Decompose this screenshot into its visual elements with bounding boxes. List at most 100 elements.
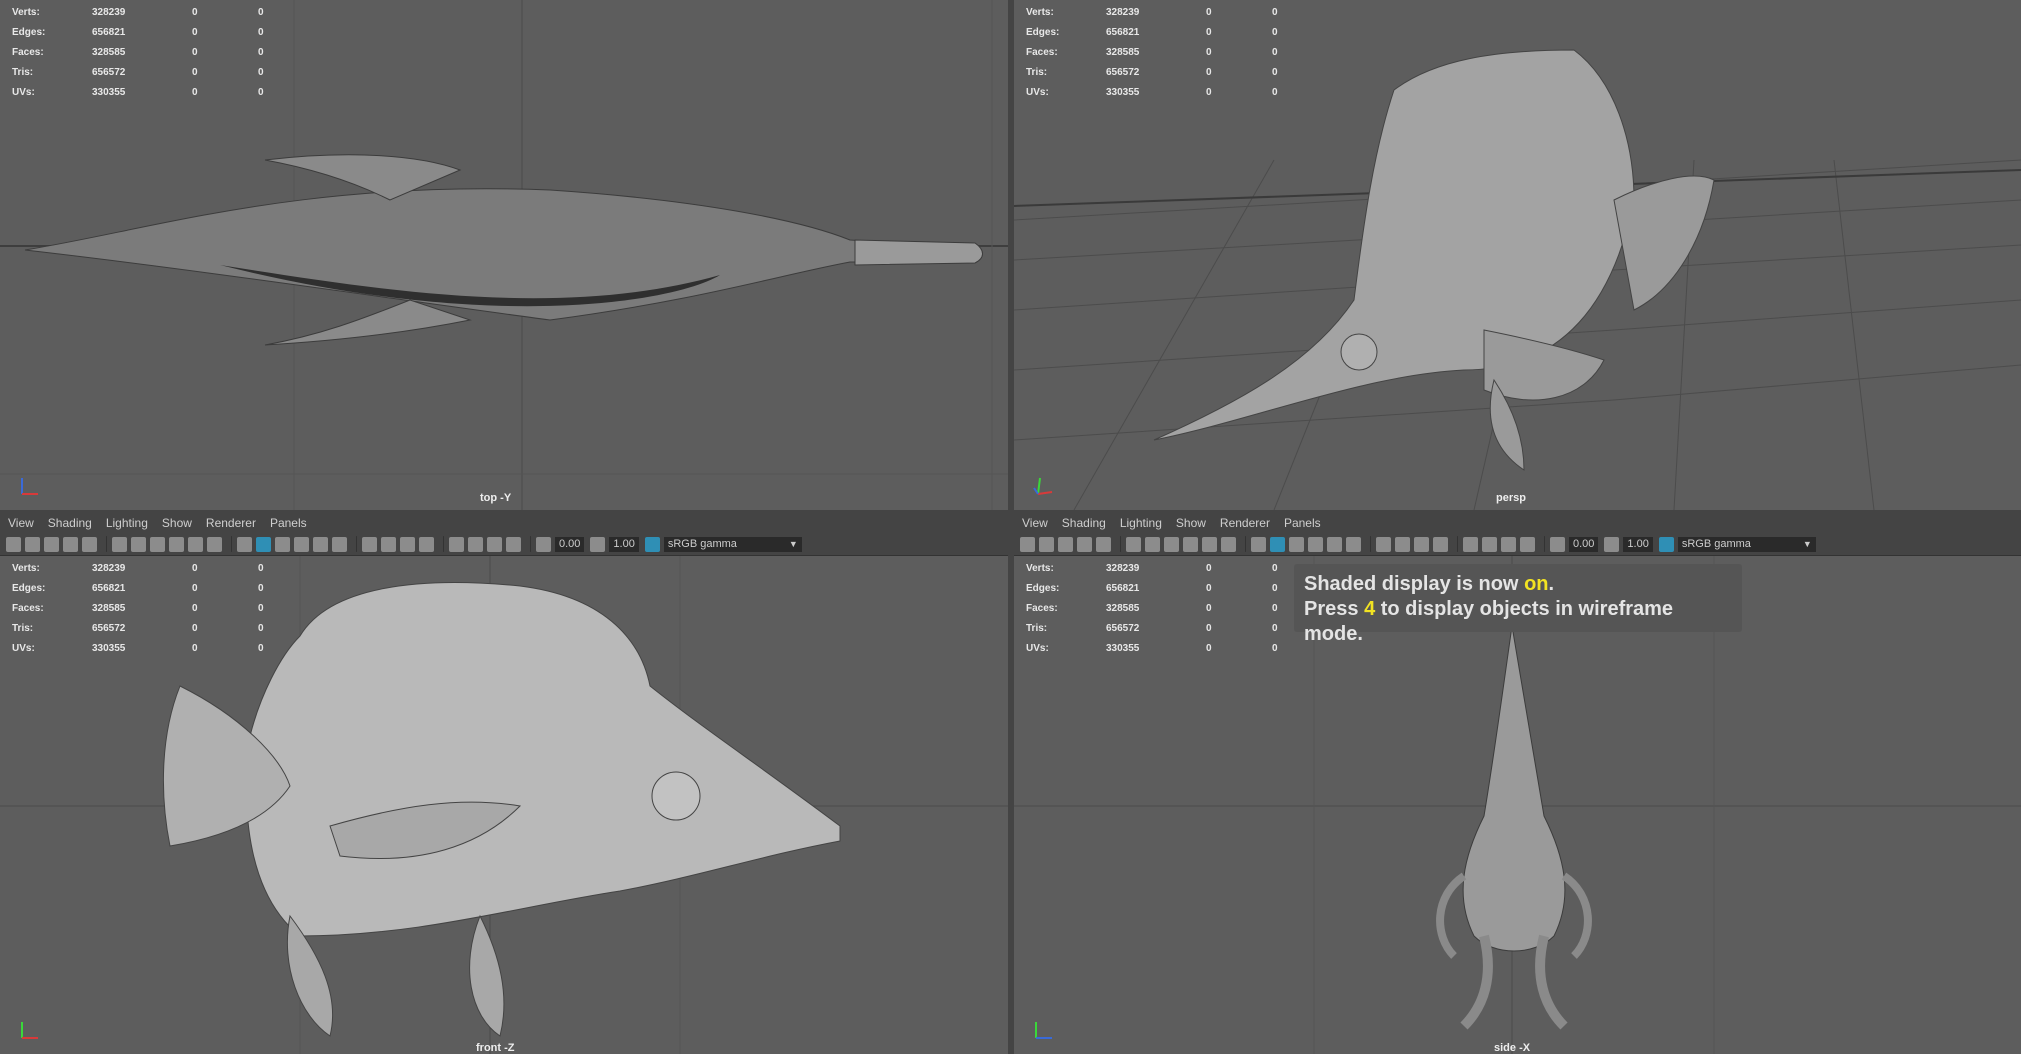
hud-value: 0 [192, 46, 198, 58]
color-management-icon[interactable] [644, 536, 660, 552]
field-chart-icon[interactable] [188, 536, 203, 552]
field-chart-icon[interactable] [1202, 536, 1217, 552]
wireframe-icon[interactable] [237, 536, 252, 552]
color-space-dropdown[interactable]: sRGB gamma ▼ [663, 536, 802, 552]
viewport-label: persp [1496, 492, 1526, 504]
color-space-dropdown[interactable]: sRGB gamma ▼ [1677, 536, 1816, 552]
anti-aliasing-icon[interactable] [400, 536, 415, 552]
xray-joints-icon[interactable] [487, 536, 502, 552]
image-plane-icon[interactable] [1077, 536, 1092, 552]
wireframe-icon[interactable] [1251, 536, 1266, 552]
viewport-top-canvas[interactable]: Verts: 328239 0 0 Edges: 656821 0 0 Faces: 3285… [0, 0, 1008, 510]
xray-joints-icon[interactable] [1501, 536, 1516, 552]
grid-icon[interactable] [1126, 536, 1141, 552]
textured-icon[interactable] [1308, 536, 1323, 552]
gamma-field[interactable]: 1.00 [1623, 536, 1653, 552]
menu-renderer[interactable]: Renderer [1220, 516, 1270, 530]
viewport-front-canvas[interactable]: Verts: 328239 0 0 Edges: 656821 0 0 Faces: 3285… [0, 556, 1008, 1054]
safe-action-icon[interactable] [1221, 536, 1236, 552]
hud-value: 656572 [92, 622, 126, 634]
exposure-field[interactable]: 0.00 [555, 536, 585, 552]
menu-show[interactable]: Show [162, 516, 192, 530]
anti-aliasing-icon[interactable] [1414, 536, 1429, 552]
xray-icon[interactable] [1482, 536, 1497, 552]
viewport-front[interactable]: View Shading Lighting Show Renderer Pane… [0, 513, 1008, 1054]
safe-action-icon[interactable] [207, 536, 222, 552]
viewport-persp-canvas[interactable]: Verts: 328239 0 0 Edges: 656821 0 0 Faces: 3285… [1014, 0, 2021, 510]
hud-value: 656821 [92, 582, 126, 594]
hud-value: 656821 [92, 26, 126, 38]
hud-value: 656821 [1106, 26, 1140, 38]
viewport-top[interactable]: Verts: 328239 0 0 Edges: 656821 0 0 Faces: 3285… [0, 0, 1008, 510]
depth-of-field-icon[interactable] [419, 536, 434, 552]
smooth-shade-icon[interactable] [1270, 536, 1285, 552]
ambient-occlusion-icon[interactable] [1376, 536, 1391, 552]
film-gate-icon[interactable] [1145, 536, 1160, 552]
menu-show[interactable]: Show [1176, 516, 1206, 530]
gamma-icon[interactable] [590, 536, 606, 552]
menu-lighting[interactable]: Lighting [1120, 516, 1162, 530]
smooth-shade-icon[interactable] [256, 536, 271, 552]
menu-lighting[interactable]: Lighting [106, 516, 148, 530]
depth-of-field-icon[interactable] [1433, 536, 1448, 552]
motion-blur-icon[interactable] [1395, 536, 1410, 552]
gamma-icon[interactable] [1604, 536, 1620, 552]
menu-shading[interactable]: Shading [1062, 516, 1106, 530]
isolate-select-icon[interactable] [449, 536, 464, 552]
hud-label: Verts: [12, 562, 40, 574]
ambient-occlusion-icon[interactable] [362, 536, 377, 552]
backface-culling-icon[interactable] [1520, 536, 1535, 552]
bookmark-icon[interactable] [44, 536, 59, 552]
film-gate-icon[interactable] [131, 536, 146, 552]
hud-label: Edges: [12, 26, 46, 38]
exposure-field[interactable]: 0.00 [1569, 536, 1599, 552]
axis-gizmo-icon [21, 478, 38, 495]
hud-label: Faces: [1026, 46, 1058, 58]
backface-culling-icon[interactable] [506, 536, 521, 552]
poly-count-hud: Verts: 328239 0 0 Edges: 656821 0 0 Faces: 3285… [12, 558, 324, 658]
hud-value: 656572 [1106, 622, 1140, 634]
hud-label: Verts: [12, 6, 40, 18]
menu-panels[interactable]: Panels [1284, 516, 1321, 530]
camera-attributes-icon[interactable] [25, 536, 40, 552]
lights-icon[interactable] [1327, 536, 1342, 552]
axis-gizmo-icon [1033, 477, 1053, 495]
grid-icon[interactable] [112, 536, 127, 552]
shadows-icon[interactable] [332, 536, 347, 552]
gate-mask-icon[interactable] [1183, 536, 1198, 552]
xray-icon[interactable] [468, 536, 483, 552]
wireframe-on-shaded-icon[interactable] [1289, 536, 1304, 552]
shadows-icon[interactable] [1346, 536, 1361, 552]
camera-icon[interactable] [1020, 536, 1035, 552]
snap-icon[interactable] [82, 536, 97, 552]
viewport-persp[interactable]: Verts: 328239 0 0 Edges: 656821 0 0 Faces: 3285… [1014, 0, 2021, 510]
gamma-field[interactable]: 1.00 [609, 536, 639, 552]
hud-value: 0 [258, 86, 264, 98]
menu-renderer[interactable]: Renderer [206, 516, 256, 530]
resolution-gate-icon[interactable] [150, 536, 165, 552]
bookmark-icon[interactable] [1058, 536, 1073, 552]
lights-icon[interactable] [313, 536, 328, 552]
wireframe-on-shaded-icon[interactable] [275, 536, 290, 552]
snap-icon[interactable] [1096, 536, 1111, 552]
isolate-select-icon[interactable] [1463, 536, 1478, 552]
hud-label: Tris: [12, 622, 34, 634]
resolution-gate-icon[interactable] [1164, 536, 1179, 552]
color-space-value: sRGB gamma [667, 537, 737, 550]
menu-view[interactable]: View [8, 516, 34, 530]
menu-panels[interactable]: Panels [270, 516, 307, 530]
color-management-icon[interactable] [1658, 536, 1674, 552]
toolbar-divider [231, 536, 232, 552]
exposure-icon[interactable] [1550, 536, 1565, 552]
gate-mask-icon[interactable] [169, 536, 184, 552]
menu-shading[interactable]: Shading [48, 516, 92, 530]
menu-view[interactable]: View [1022, 516, 1048, 530]
exposure-icon[interactable] [536, 536, 551, 552]
camera-attributes-icon[interactable] [1039, 536, 1054, 552]
image-plane-icon[interactable] [63, 536, 78, 552]
hud-label: Verts: [1026, 562, 1054, 574]
textured-icon[interactable] [294, 536, 309, 552]
motion-blur-icon[interactable] [381, 536, 396, 552]
hud-value: 0 [258, 642, 264, 654]
camera-icon[interactable] [6, 536, 21, 552]
